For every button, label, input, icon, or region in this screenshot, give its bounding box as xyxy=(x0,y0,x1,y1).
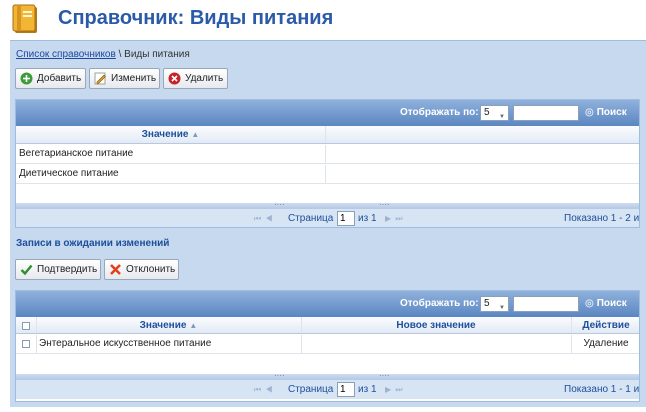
breadcrumb: Список справочников \ Виды питания xyxy=(16,49,190,60)
delete-button[interactable]: Удалить xyxy=(163,68,228,89)
references-grid: Отображать по: 5 ▼ ◎ Поиск Значение ▲ Вегет… xyxy=(15,99,640,228)
breadcrumb-link-directories[interactable]: Список справочников xyxy=(16,49,116,60)
table-header: Значение ▲ xyxy=(16,126,639,144)
sort-asc-icon: ▲ xyxy=(191,130,200,139)
row-action: Удаление xyxy=(583,338,629,349)
cross-icon xyxy=(110,264,121,275)
search-icon: ◎ xyxy=(585,298,594,309)
select-all-checkbox[interactable] xyxy=(22,322,30,330)
shown-count: Показано 1 - 2 из 2 xyxy=(564,213,640,224)
add-button-label: Добавить xyxy=(37,73,82,84)
row-checkbox[interactable] xyxy=(22,340,30,348)
reject-button-label: Отклонить xyxy=(126,264,176,275)
first-prev-page-icons[interactable]: ⏮ ◀ xyxy=(254,214,274,224)
page-total: из 1 xyxy=(358,213,377,224)
search-button-label: Поиск xyxy=(596,107,627,118)
main-panel: Список справочников \ Виды питания Добав… xyxy=(10,40,646,407)
column-divider xyxy=(325,165,326,183)
page-size-value: 5 xyxy=(484,107,490,118)
next-last-page-icons[interactable]: ▶ ⏭ xyxy=(385,385,404,395)
pending-grid: Отображать по: 5 ▼ ◎ Поиск Значение ▲ Новое… xyxy=(15,290,640,402)
row-value: Диетическое питание xyxy=(19,168,119,179)
grid-toolbar: Отображать по: 5 ▼ ◎ Поиск xyxy=(16,291,639,317)
column-header-value-label: Значение xyxy=(141,129,189,140)
page-label: Страница xyxy=(288,213,334,224)
search-input[interactable] xyxy=(513,105,579,121)
page-number-input[interactable] xyxy=(337,382,355,397)
add-button[interactable]: Добавить xyxy=(15,68,86,89)
grid-toolbar: Отображать по: 5 ▼ ◎ Поиск xyxy=(16,100,639,126)
page-size-label: Отображать по: xyxy=(400,298,479,309)
column-header-new-value[interactable]: Новое значение xyxy=(301,317,571,335)
page-size-label: Отображать по: xyxy=(400,107,479,118)
next-last-page-icons[interactable]: ▶ ⏭ xyxy=(385,214,404,224)
row-value: Энтеральное искусственное питание xyxy=(39,338,212,349)
pagination-bar: ⏮ ◀ Страница из 1 ▶ ⏭ Показано 1 - 1 из … xyxy=(16,380,639,399)
search-button-label: Поиск xyxy=(596,298,627,309)
row-new-value xyxy=(301,335,571,354)
shown-count: Показано 1 - 1 из 1 xyxy=(564,384,640,395)
search-icon: ◎ xyxy=(585,107,594,118)
breadcrumb-current: Виды питания xyxy=(124,49,190,60)
edit-button-label: Изменить xyxy=(111,73,157,84)
reject-button[interactable]: Отклонить xyxy=(104,259,179,280)
pencil-icon xyxy=(94,72,106,85)
delete-button-label: Удалить xyxy=(185,73,224,84)
confirm-button-label: Подтвердить xyxy=(37,264,98,275)
plus-circle-icon xyxy=(20,72,33,85)
breadcrumb-separator: \ xyxy=(115,49,125,60)
x-circle-icon xyxy=(168,72,181,85)
row-value: Вегетарианское питание xyxy=(19,148,134,159)
column-header-value-label: Значение xyxy=(139,320,187,331)
search-button[interactable]: ◎ Поиск xyxy=(585,298,627,309)
confirm-button[interactable]: Подтвердить xyxy=(15,259,101,280)
column-header-value[interactable]: Значение ▲ xyxy=(16,126,325,144)
column-divider xyxy=(325,145,326,163)
page-size-select[interactable]: 5 ▼ xyxy=(480,105,509,121)
table-row[interactable]: Диетическое питание xyxy=(16,165,639,184)
checkmark-icon xyxy=(20,264,33,276)
chevron-down-icon: ▼ xyxy=(499,114,505,120)
page-total: из 1 xyxy=(358,384,377,395)
pending-title: Записи в ожидании изменений xyxy=(16,238,170,249)
edit-button[interactable]: Изменить xyxy=(89,68,160,89)
page-size-value: 5 xyxy=(484,298,490,309)
column-header-value[interactable]: Значение ▲ xyxy=(36,317,301,335)
column-header-action[interactable]: Действие xyxy=(571,317,639,335)
search-button[interactable]: ◎ Поиск xyxy=(585,107,627,118)
page-size-select[interactable]: 5 ▼ xyxy=(480,296,509,312)
table-header: Значение ▲ Новое значение Действие xyxy=(16,317,639,334)
page-title: Справочник: Виды питания xyxy=(58,7,334,29)
table-row[interactable]: Вегетарианское питание xyxy=(16,145,639,164)
sort-asc-icon: ▲ xyxy=(189,321,198,330)
column-divider xyxy=(325,126,326,143)
table-row[interactable]: Энтеральное искусственное питание Удален… xyxy=(16,335,639,354)
search-input[interactable] xyxy=(513,296,579,312)
pagination-bar: ⏮ ◀ Страница из 1 ▶ ⏭ Показано 1 - 2 из … xyxy=(16,209,640,227)
chevron-down-icon: ▼ xyxy=(499,305,505,311)
page-label: Страница xyxy=(288,384,334,395)
book-icon xyxy=(12,4,37,33)
page-header: Справочник: Виды питания xyxy=(0,0,646,40)
page-number-input[interactable] xyxy=(337,211,355,226)
first-prev-page-icons[interactable]: ⏮ ◀ xyxy=(254,385,274,395)
